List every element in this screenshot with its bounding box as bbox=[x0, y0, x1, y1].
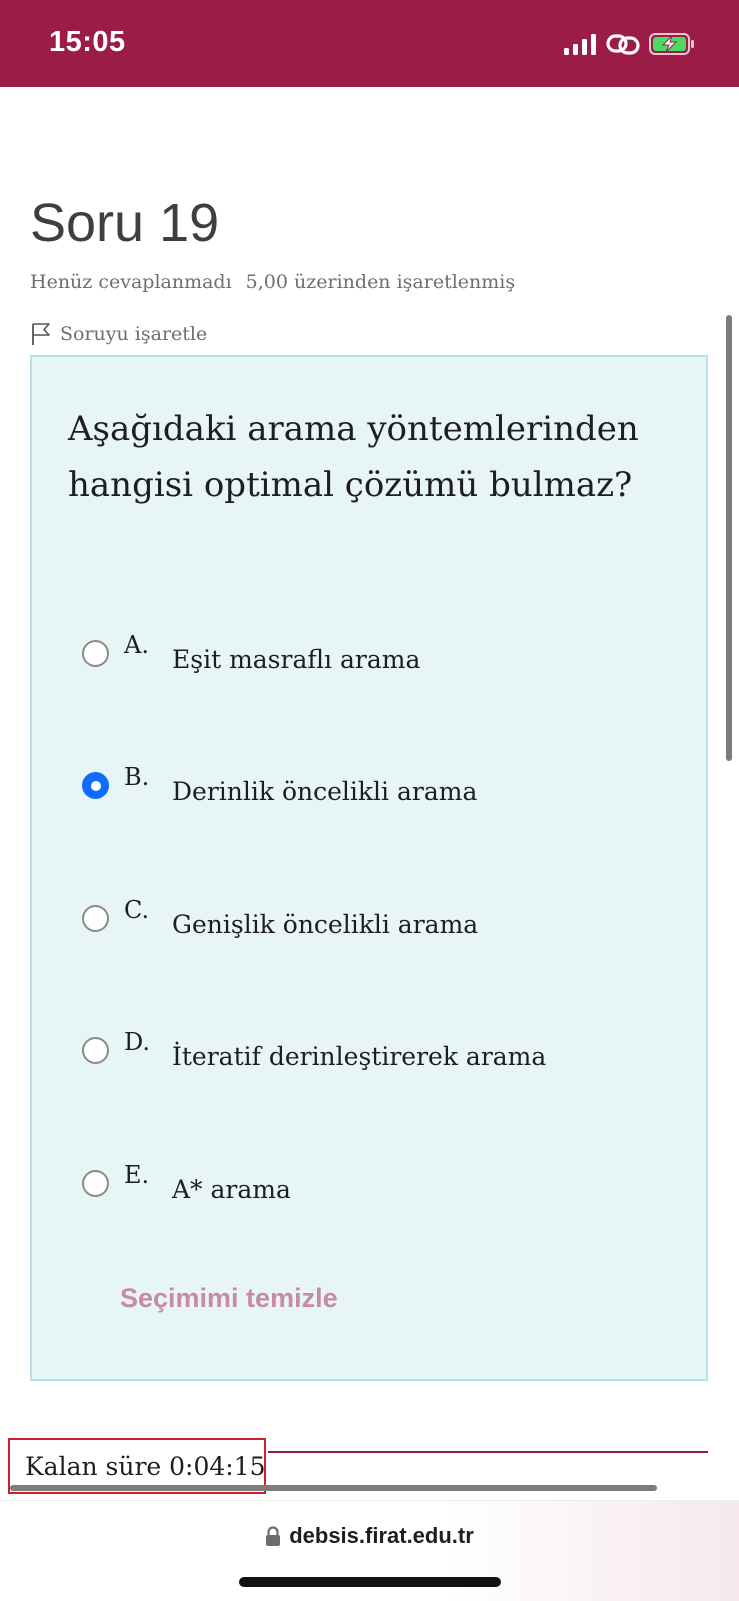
question-box: Aşağıdaki arama yöntemlerinden hangisi o… bbox=[30, 355, 708, 1381]
signal-icon bbox=[564, 33, 596, 55]
lock-icon bbox=[266, 1526, 281, 1546]
answer-radio[interactable] bbox=[82, 1170, 109, 1197]
flag-icon bbox=[32, 323, 50, 345]
url-display[interactable]: debsis.firat.edu.tr bbox=[0, 1523, 739, 1549]
answer-label[interactable]: Eşit masraflı arama bbox=[172, 645, 420, 674]
answer-radio[interactable] bbox=[82, 1037, 109, 1064]
answer-label[interactable]: A* arama bbox=[172, 1175, 291, 1204]
question-title: Soru 19 bbox=[30, 193, 220, 253]
answer-radio-selected[interactable] bbox=[82, 772, 109, 799]
answer-letter: D. bbox=[124, 1028, 151, 1056]
answer-radio[interactable] bbox=[82, 640, 109, 667]
answer-label[interactable]: Derinlik öncelikli arama bbox=[172, 777, 477, 806]
answer-letter: E. bbox=[124, 1161, 150, 1189]
status-time: 15:05 bbox=[49, 26, 126, 58]
answer-letter: B. bbox=[124, 763, 150, 791]
status-icons bbox=[564, 32, 695, 56]
answer-label[interactable]: İteratif derinleştirerek arama bbox=[172, 1042, 546, 1071]
answer-letter: A. bbox=[124, 631, 149, 659]
question-text: Aşağıdaki arama yöntemlerinden hangisi o… bbox=[68, 409, 639, 505]
answer-letter: C. bbox=[124, 896, 150, 924]
link-icon bbox=[606, 34, 640, 55]
flag-question-link[interactable]: Soruyu işaretle bbox=[30, 322, 207, 346]
question-info: Henüz cevaplanmadı 5,00 üzerinden işaretl… bbox=[30, 271, 515, 293]
vertical-scrollbar[interactable] bbox=[726, 315, 732, 761]
timer-divider bbox=[268, 1451, 708, 1453]
home-indicator[interactable] bbox=[239, 1577, 501, 1587]
horizontal-scrollbar[interactable] bbox=[10, 1485, 657, 1491]
clear-choice-link[interactable]: Seçimimi temizle bbox=[120, 1283, 338, 1314]
status-bar: 15:05 bbox=[0, 0, 739, 87]
flag-question-label: Soruyu işaretle bbox=[60, 323, 208, 345]
question-state: Henüz cevaplanmadı bbox=[30, 271, 232, 293]
answer-radio[interactable] bbox=[82, 905, 109, 932]
battery-charging-icon bbox=[649, 33, 694, 55]
question-grade: 5,00 üzerinden işaretlenmiş bbox=[245, 271, 516, 293]
answer-label[interactable]: Genişlik öncelikli arama bbox=[172, 910, 478, 939]
browser-address-bar[interactable]: debsis.firat.edu.tr bbox=[0, 1500, 739, 1601]
time-remaining: Kalan süre 0:04:15 bbox=[25, 1452, 266, 1481]
url-text: debsis.firat.edu.tr bbox=[289, 1523, 474, 1548]
